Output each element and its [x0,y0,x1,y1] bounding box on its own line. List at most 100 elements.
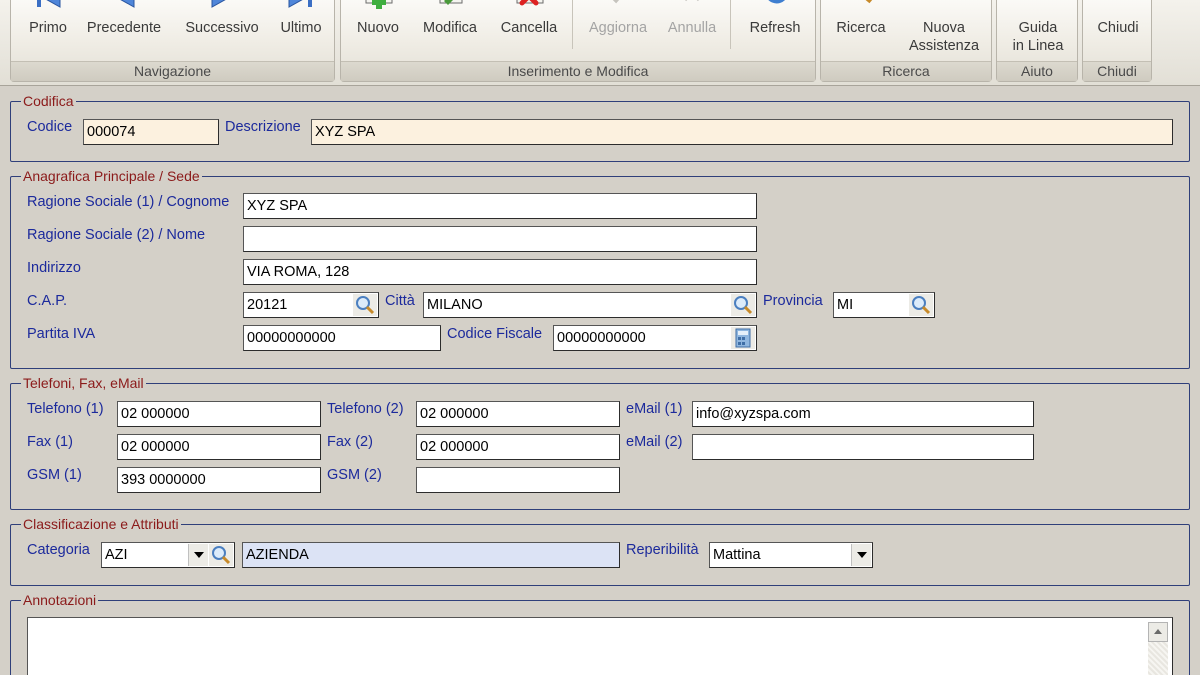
section-title-contatti: Telefoni, Fax, eMail [21,375,146,391]
categoria-descrizione-field: AZIENDA [242,542,620,568]
citta-input[interactable]: MILANO [423,292,757,318]
telefono-2-input[interactable]: 02 000000 [416,401,620,427]
nuova-assistenza-button[interactable]: Nuova Assistenza [903,0,985,61]
email-2-label: eMail (2) [626,434,683,450]
fieldset-classificazione: Classificazione e Attributi Categoria AZ… [10,516,1190,586]
gsm-1-label: GSM (1) [27,467,82,483]
group-caption-ricerca: Ricerca [821,61,991,81]
group-aiuto: Guida in Linea Aiuto [996,0,1078,82]
first-record-icon [37,0,61,8]
codice-fiscale-input[interactable]: 00000000000 [553,325,757,351]
gsm-2-input[interactable] [416,467,620,493]
categoria-label: Categoria [27,542,90,558]
refresh-button[interactable]: Refresh [739,0,811,61]
ragione-sociale-2-label: Ragione Sociale (2) / Nome [27,227,206,243]
toolbar-separator [730,0,731,49]
modifica-button[interactable]: Modifica [415,0,485,61]
new-assistance-icon [924,0,964,15]
precedente-button[interactable]: Precedente [81,0,167,61]
partita-iva-input[interactable]: 00000000000 [243,325,441,351]
nuovo-button[interactable]: Nuovo [349,0,407,61]
indirizzo-label: Indirizzo [27,260,81,276]
reperibilita-label: Reperibilità [626,542,699,558]
reperibilita-select[interactable]: Mattina [709,542,873,568]
section-title-codifica: Codifica [21,93,76,109]
gsm-2-label: GSM (2) [327,467,382,483]
help-globe-icon [1018,0,1058,15]
search-icon [861,0,873,4]
cancella-button[interactable]: Cancella [493,0,565,61]
descrizione-input[interactable]: XYZ SPA [311,119,1173,145]
codice-label: Codice [27,119,73,135]
codice-input[interactable]: 000074 [83,119,219,145]
provincia-input[interactable]: MI [833,292,935,318]
ragione-sociale-2-input[interactable] [243,226,757,252]
codice-fiscale-label: Codice Fiscale [447,326,543,342]
previous-record-icon [120,0,135,8]
ragione-sociale-1-input[interactable]: XYZ SPA [243,193,757,219]
descrizione-label: Descrizione [225,119,301,135]
cap-lookup-icon[interactable] [353,294,377,316]
aggiorna-button[interactable]: Aggiorna [581,0,655,61]
provincia-label: Provincia [763,293,823,309]
partita-iva-label: Partita IVA [27,326,96,342]
scrollbar-track[interactable] [1148,642,1168,675]
group-caption-aiuto: Aiuto [997,61,1077,81]
citta-lookup-icon[interactable] [731,294,755,316]
successivo-button[interactable]: Successivo [179,0,265,61]
categoria-dropdown-arrow-icon[interactable] [188,544,208,566]
section-title-classificazione: Classificazione e Attributi [21,516,181,532]
gsm-1-input[interactable]: 393 0000000 [117,467,321,493]
categoria-code: AZI [105,547,128,563]
email-2-input[interactable] [692,434,1034,460]
exit-door-icon [1098,0,1138,15]
cancel-x-icon [685,0,699,2]
ricerca-button[interactable]: Ricerca [827,0,895,61]
calculator-icon[interactable] [731,327,755,349]
delete-record-icon [516,0,544,6]
provincia-value: MI [837,297,854,313]
group-ricerca: Ricerca Nuova Assistenza Ricerca [820,0,992,82]
email-1-label: eMail (1) [626,401,683,417]
cap-label: C.A.P. [27,293,68,309]
annotazioni-textarea[interactable] [27,617,1173,675]
ultimo-button[interactable]: Ultimo [273,0,329,61]
citta-label: Città [385,293,415,309]
last-record-icon [288,0,312,8]
fax-2-label: Fax (2) [327,434,373,450]
fieldset-annotazioni: Annotazioni [10,592,1190,675]
fieldset-anagrafica: Anagrafica Principale / Sede Ragione Soc… [10,168,1190,369]
email-1-input[interactable]: info@xyzspa.com [692,401,1034,427]
edit-record-icon [439,0,463,5]
guida-in-linea-button[interactable]: Guida in Linea [1001,0,1075,61]
provincia-lookup-icon[interactable] [909,294,933,316]
telefono-2-label: Telefono (2) [327,401,404,417]
group-caption-chiudi: Chiudi [1083,61,1151,81]
codice-fiscale-value: 00000000000 [557,330,646,346]
primo-button[interactable]: Primo [19,0,77,61]
citta-value: MILANO [427,297,483,313]
group-navigazione: Primo Precedente Successivo Ultimo Navig… [10,0,335,82]
chiudi-button[interactable]: Chiudi [1087,0,1149,61]
telefono-1-input[interactable]: 02 000000 [117,401,321,427]
toolbar-separator [572,0,573,49]
cap-input[interactable]: 20121 [243,292,379,318]
reperibilita-value: Mattina [713,547,761,563]
group-chiudi: Chiudi Chiudi [1082,0,1152,82]
fieldset-codifica: Codifica Codice 000074 Descrizione XYZ S… [10,93,1190,162]
new-record-icon [365,0,393,9]
scrollbar-up-icon[interactable] [1148,622,1168,642]
indirizzo-input[interactable]: VIA ROMA, 128 [243,259,757,285]
fax-1-input[interactable]: 02 000000 [117,434,321,460]
annulla-button[interactable]: Annulla [661,0,723,61]
confirm-check-icon [612,0,620,4]
reperibilita-dropdown-arrow-icon[interactable] [851,544,871,566]
section-title-annotazioni: Annotazioni [21,592,99,608]
fax-1-label: Fax (1) [27,434,73,450]
telefono-1-label: Telefono (1) [27,401,104,417]
categoria-select[interactable]: AZI [101,542,235,568]
fax-2-input[interactable]: 02 000000 [416,434,620,460]
next-record-icon [211,0,226,8]
group-inserimento-modifica: Nuovo Modifica Cancella Aggiorna Annulla… [340,0,816,82]
categoria-lookup-icon[interactable] [209,544,233,566]
